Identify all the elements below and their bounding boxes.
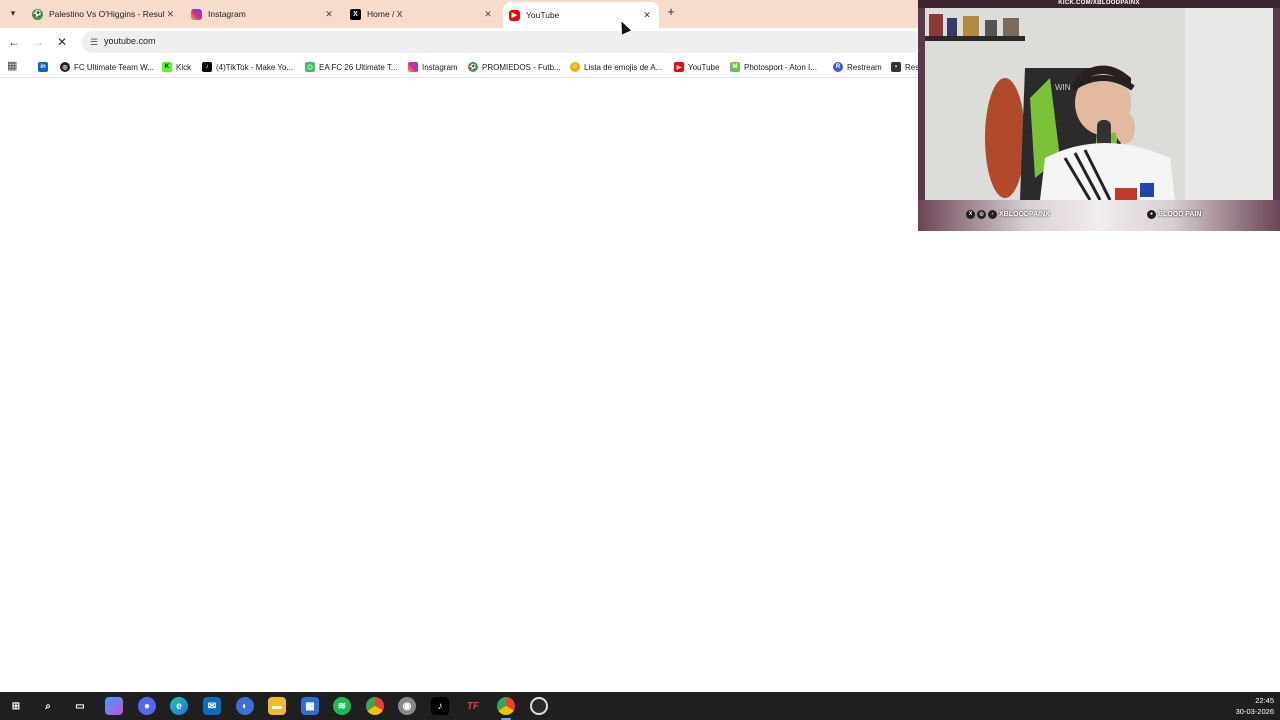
social-handle-right: ● BLOOD PAIN [1147, 210, 1201, 219]
address-bar[interactable]: ☰ youtube.com [82, 31, 922, 53]
app-icon[interactable]: ◉ [398, 697, 416, 715]
webcam-overlay: KICK.COM/XBLOODPAINX WIN X ◎ ♪ XBLOODPAI… [918, 0, 1280, 231]
bookmark-linkedin[interactable]: in [38, 60, 52, 74]
x-logo-icon: X [350, 8, 361, 20]
tab-palestino[interactable]: ⚽ Palestino Vs O'Higgins - Resulta ✕ [26, 2, 182, 26]
close-icon[interactable]: ✕ [165, 9, 176, 20]
back-button[interactable]: ← [6, 34, 22, 50]
webcam-video: WIN [925, 8, 1273, 200]
linkedin-icon: in [38, 62, 48, 72]
search-icon[interactable]: ⌕ [39, 697, 57, 715]
chrome-icon[interactable] [366, 697, 384, 715]
bookmark-restream[interactable]: R Restream [833, 60, 882, 74]
chevron-down-icon: ▾ [10, 7, 16, 18]
edge-icon[interactable]: e [170, 697, 188, 715]
bookmark-label: Kick [176, 62, 192, 72]
x-logo-icon: X [966, 210, 975, 219]
tiktok-icon: ♪ [988, 210, 997, 219]
bookmark-label: YouTube [688, 62, 720, 72]
bookmark-promiedos[interactable]: ⚽ PROMIEDOS - Futb... [468, 60, 561, 74]
clock-time: 22:45 [1255, 696, 1274, 705]
tab-search-button[interactable]: ▾ [4, 4, 22, 22]
tab-title: Palestino Vs O'Higgins - Resulta [49, 9, 165, 19]
windows-start-icon[interactable]: ⊞ [7, 697, 25, 715]
social-handle-left: X ◎ ♪ XBLOODPAINX [966, 210, 1050, 219]
youtube-icon: ▶ [509, 9, 520, 21]
bookmark-icon: ▪ [891, 62, 901, 72]
discord-icon[interactable]: ● [138, 697, 156, 715]
ea-icon: ⬡ [305, 62, 315, 72]
channel-url: KICK.COM/XBLOODPAINX [1058, 0, 1140, 6]
chrome-icon[interactable] [497, 697, 515, 715]
bookmark-kick[interactable]: K Kick [162, 60, 191, 74]
instagram-icon [191, 8, 202, 20]
site-settings-icon[interactable]: ☰ [87, 35, 101, 49]
chair-logo: WIN [1055, 83, 1071, 92]
promiedos-icon: ⚽ [468, 62, 478, 72]
close-icon[interactable]: ✕ [482, 9, 494, 20]
soccer-ball-icon: ⚽ [32, 8, 43, 20]
bookmark-tiktok[interactable]: ♪ (4)TikTok - Make Yo... [202, 60, 293, 74]
app-icon[interactable]: ◐ [236, 697, 254, 715]
tf-icon[interactable]: TF [464, 697, 482, 715]
bookmark-label: Instagram [422, 62, 458, 72]
tab-title: YouTube [526, 10, 560, 20]
address-url: youtube.com [104, 36, 156, 46]
instagram-icon: ◎ [977, 210, 986, 219]
tab-title: Home / X [367, 9, 403, 19]
apps-grid-icon[interactable]: ▦ [7, 60, 19, 72]
handle-text: BLOOD PAIN [1158, 211, 1202, 218]
tab-title: Instagram [208, 9, 246, 19]
handle-text: XBLOODPAINX [999, 211, 1050, 218]
tiktok-icon[interactable]: ♪ [431, 697, 449, 715]
bookmark-ea-fc[interactable]: ⬡ EA FC 26 Ultimate T... [305, 60, 398, 74]
discord-icon: ● [1147, 210, 1156, 219]
arrow-right-icon: → [32, 35, 44, 49]
mail-icon[interactable]: ✉ [203, 697, 221, 715]
screen: ▾ ⚽ Palestino Vs O'Higgins - Resulta ✕ I… [0, 0, 1280, 720]
new-tab-button[interactable]: + [664, 5, 678, 19]
obs-icon[interactable] [530, 697, 548, 715]
restream-icon: R [833, 62, 843, 72]
close-icon[interactable]: ✕ [641, 10, 653, 21]
bookmark-youtube[interactable]: ▶ YouTube [674, 60, 719, 74]
tiktok-icon: ♪ [202, 62, 212, 72]
bookmark-fc-ultimate[interactable]: ◎ FC Ultimate Team W... [60, 60, 154, 74]
bookmark-label: (4)TikTok - Make Yo... [216, 62, 294, 72]
spotify-icon[interactable]: ≋ [333, 697, 351, 715]
close-icon[interactable]: ✕ [323, 9, 335, 20]
tab-instagram[interactable]: Instagram ✕ [185, 2, 341, 26]
fc-icon: ◎ [60, 62, 70, 72]
taskbar-clock[interactable]: 22:45 30-03-2026 [1236, 695, 1274, 717]
clock-date: 30-03-2026 [1235, 707, 1274, 716]
bookmark-label: Lista de emojis de A... [584, 62, 663, 72]
bookmark-label: Restream [847, 62, 882, 72]
store-icon[interactable]: ▦ [301, 697, 319, 715]
bookmark-label: PROMIEDOS - Futb... [482, 62, 561, 72]
file-explorer-icon[interactable]: ▬ [268, 697, 286, 715]
bookmark-emojis[interactable]: ☺ Lista de emojis de A... [570, 60, 662, 74]
task-view-icon[interactable]: ▭ [71, 697, 89, 715]
bookmark-label: FC Ultimate Team W... [74, 62, 154, 72]
stop-loading-button[interactable]: ✕ [54, 34, 70, 50]
bookmark-photosport[interactable]: M Photosport - Aton I... [730, 60, 817, 74]
close-icon: ✕ [56, 35, 68, 49]
kick-icon: K [162, 62, 172, 72]
bookmark-label: EA FC 26 Ultimate T... [319, 62, 398, 72]
forward-button[interactable]: → [30, 34, 46, 50]
photosport-icon: M [730, 62, 740, 72]
taskbar: ⊞ ⌕ ▭ ● e ✉ ◐ ▬ ▦ ≋ ◉ ♪ TF 22:45 30-03-2… [0, 692, 1280, 720]
arrow-left-icon: ← [8, 35, 20, 49]
youtube-icon: ▶ [674, 62, 684, 72]
bookmark-res[interactable]: ▪ Res [891, 60, 919, 74]
tab-youtube[interactable]: ▶ YouTube ✕ [503, 2, 659, 28]
tab-x-home[interactable]: X Home / X ✕ [344, 2, 500, 26]
copilot-icon[interactable] [105, 697, 123, 715]
instagram-icon [408, 62, 418, 72]
webcam-scene: WIN [925, 8, 1273, 200]
emoji-icon: ☺ [570, 62, 580, 72]
bookmark-label: Photosport - Aton I... [744, 62, 817, 72]
bookmark-instagram[interactable]: Instagram [408, 60, 458, 74]
